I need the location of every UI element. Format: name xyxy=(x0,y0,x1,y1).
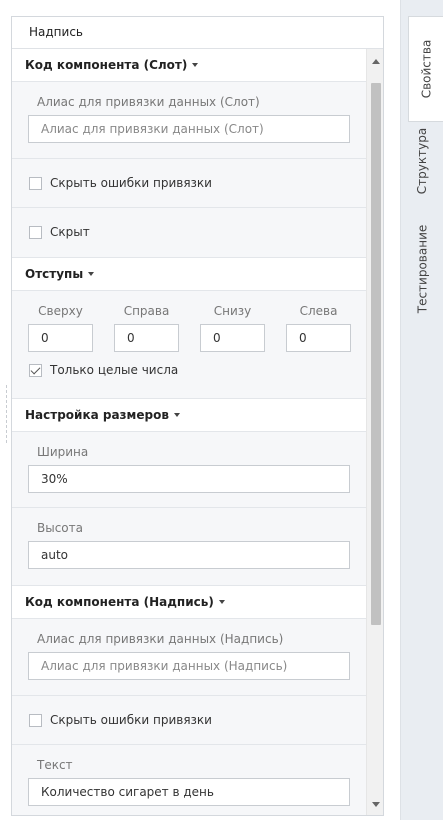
slot-alias-label: Алиас для привязки данных (Слот) xyxy=(37,95,260,109)
padding-grid: Сверху 0 Справа 0 Снизу 0 Слева 0 xyxy=(28,304,351,352)
scroll-down-arrow-icon[interactable] xyxy=(372,802,380,807)
vertical-scrollbar[interactable] xyxy=(366,49,383,815)
label-alias-block: Алиас для привязки данных (Надпись) Алиа… xyxy=(12,619,368,696)
width-block: Ширина 30% xyxy=(12,432,368,508)
integers-only-label: Только целые числа xyxy=(50,363,179,377)
slot-alias-input[interactable]: Алиас для привязки данных (Слот) xyxy=(28,115,350,143)
text-input[interactable]: Количество сигарет в день xyxy=(28,778,350,806)
tab-testing[interactable]: Тестирование xyxy=(401,210,443,328)
padding-left-input[interactable]: 0 xyxy=(286,324,351,352)
caret-down-icon xyxy=(88,272,95,276)
caret-down-icon xyxy=(173,413,180,417)
side-tabs: Свойства Структура Тестирование xyxy=(400,0,443,820)
properties-panel: Надпись Код компонента (Слот) Алиас для … xyxy=(11,16,384,816)
integers-only-checkbox[interactable] xyxy=(29,363,42,377)
caret-down-icon xyxy=(192,63,199,67)
caret-down-icon xyxy=(218,600,225,604)
hidden-checkbox[interactable] xyxy=(29,225,42,239)
width-input[interactable]: 30% xyxy=(28,465,350,493)
slot-hide-errors-row[interactable]: Скрыть ошибки привязки xyxy=(29,176,348,190)
slot-hide-errors-label: Скрыть ошибки привязки xyxy=(50,176,212,190)
padding-top-label: Сверху xyxy=(38,304,83,318)
padding-top-input[interactable]: 0 xyxy=(28,324,93,352)
height-block: Высота auto xyxy=(12,508,368,586)
padding-left-col: Слева 0 xyxy=(286,304,351,352)
padding-top-col: Сверху 0 xyxy=(28,304,93,352)
padding-bottom-col: Снизу 0 xyxy=(200,304,265,352)
padding-right-label: Справа xyxy=(123,304,170,318)
padding-right-col: Справа 0 xyxy=(114,304,179,352)
label-hide-errors-checkbox[interactable] xyxy=(29,713,42,727)
panel-resize-handle[interactable] xyxy=(6,385,7,443)
width-label: Ширина xyxy=(37,445,89,459)
scroll-up-arrow-icon[interactable] xyxy=(372,59,380,64)
label-hide-errors-row[interactable]: Скрыть ошибки привязки xyxy=(29,713,348,727)
tab-structure-label: Структура xyxy=(415,127,430,195)
padding-block: Сверху 0 Справа 0 Снизу 0 Слева 0 Только… xyxy=(12,291,368,399)
tab-testing-label: Тестирование xyxy=(415,224,430,314)
tab-properties[interactable]: Свойства xyxy=(408,16,443,122)
padding-left-label: Слева xyxy=(299,304,338,318)
label-alias-label: Алиас для привязки данных (Надпись) xyxy=(37,632,284,646)
text-block: Текст Количество сигарет в день xyxy=(12,745,368,815)
hidden-label: Скрыт xyxy=(50,225,90,239)
size-section-title: Настройка размеров xyxy=(25,408,169,422)
size-section-header[interactable]: Настройка размеров xyxy=(12,399,368,432)
padding-bottom-input[interactable]: 0 xyxy=(200,324,265,352)
slot-hide-errors-checkbox[interactable] xyxy=(29,176,42,190)
slot-hide-errors-block: Скрыть ошибки привязки xyxy=(12,159,368,208)
integers-only-row[interactable]: Только целые числа xyxy=(29,363,348,377)
height-input[interactable]: auto xyxy=(28,541,350,569)
height-label: Высота xyxy=(37,521,83,535)
padding-section-header[interactable]: Отступы xyxy=(12,258,368,291)
text-label: Текст xyxy=(37,758,73,772)
slot-section-title: Код компонента (Слот) xyxy=(25,58,188,72)
label-section-header[interactable]: Код компонента (Надпись) xyxy=(12,586,368,619)
scrollbar-thumb[interactable] xyxy=(371,83,381,625)
padding-bottom-label: Снизу xyxy=(213,304,252,318)
slot-alias-block: Алиас для привязки данных (Слот) Алиас д… xyxy=(12,82,368,159)
properties-content: Код компонента (Слот) Алиас для привязки… xyxy=(12,49,368,815)
hidden-block: Скрыт xyxy=(12,208,368,258)
label-alias-input[interactable]: Алиас для привязки данных (Надпись) xyxy=(28,652,350,680)
label-hide-errors-block: Скрыть ошибки привязки xyxy=(12,696,368,745)
padding-right-input[interactable]: 0 xyxy=(114,324,179,352)
tab-properties-label: Свойства xyxy=(419,39,434,99)
panel-title: Надпись xyxy=(12,17,383,49)
hidden-row[interactable]: Скрыт xyxy=(29,225,348,239)
label-hide-errors-label: Скрыть ошибки привязки xyxy=(50,713,212,727)
slot-section-header[interactable]: Код компонента (Слот) xyxy=(12,49,368,82)
padding-section-title: Отступы xyxy=(25,267,84,281)
label-section-title: Код компонента (Надпись) xyxy=(25,595,214,609)
tab-structure[interactable]: Структура xyxy=(401,122,443,200)
